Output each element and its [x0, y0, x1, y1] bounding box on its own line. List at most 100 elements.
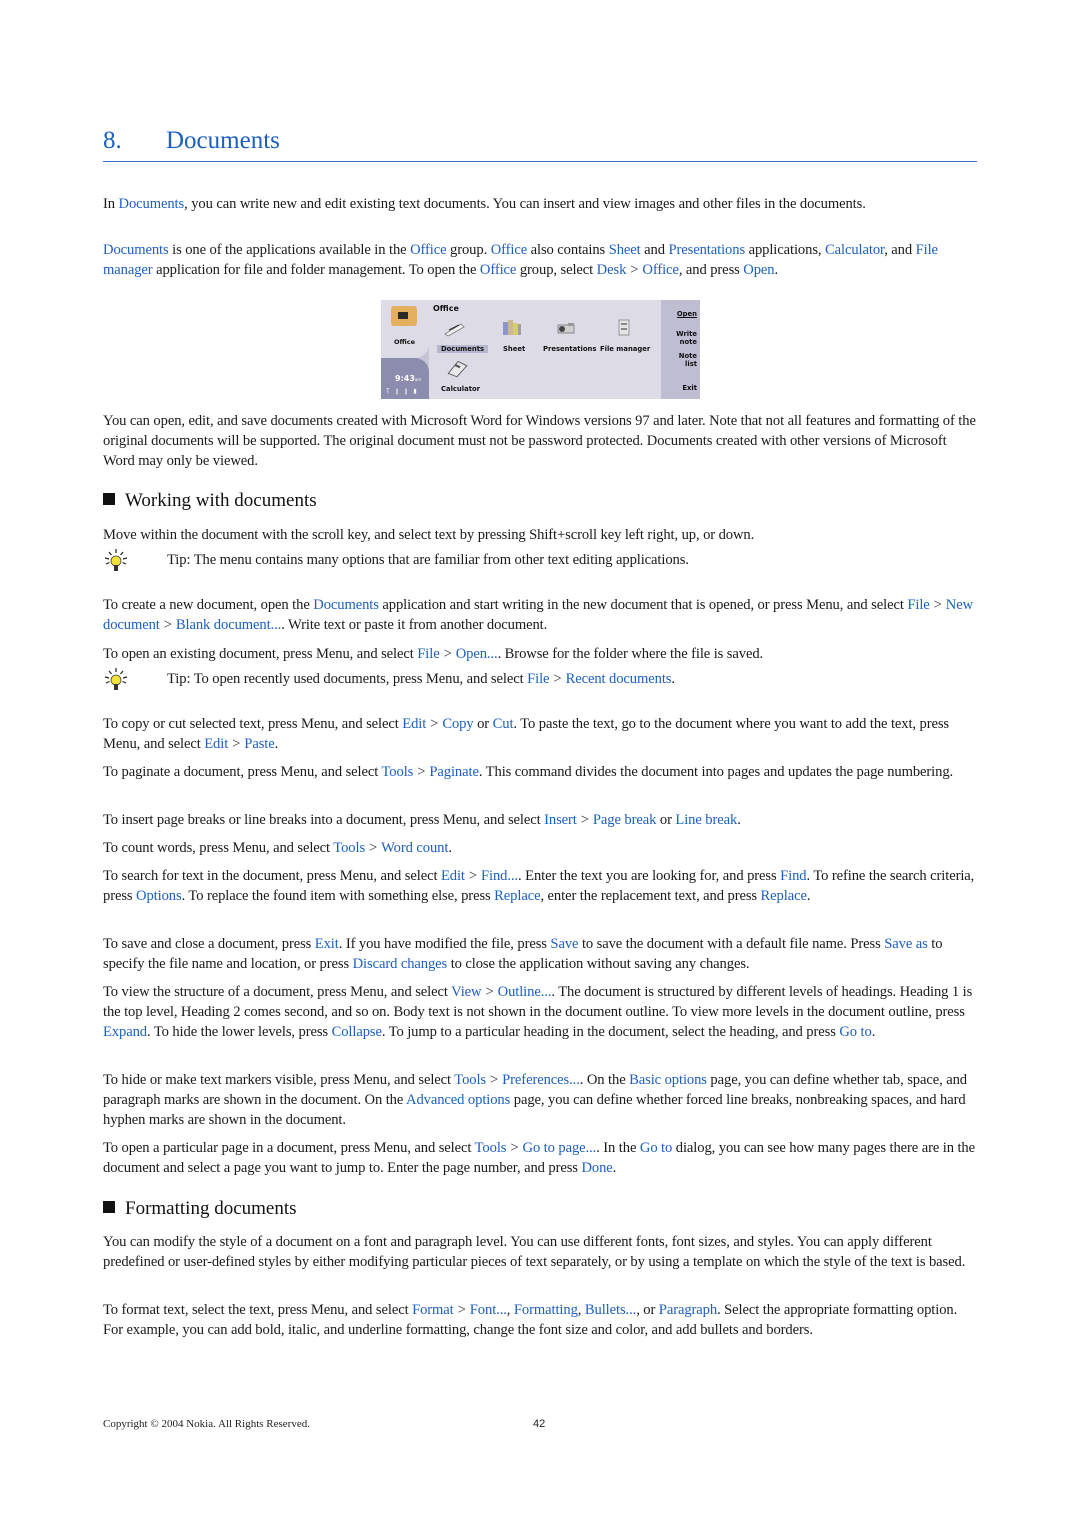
menu-separator: >: [457, 1302, 466, 1318]
app-presentations[interactable]: Presentations: [543, 345, 596, 353]
clock: 9:43am: [395, 374, 421, 383]
text: To create a new document, open the: [103, 597, 314, 613]
clock-suffix: am: [414, 377, 422, 382]
link-font[interactable]: Font...: [470, 1302, 507, 1318]
breaks-paragraph: To insert page breaks or line breaks int…: [103, 810, 977, 830]
link-options[interactable]: Options: [136, 888, 182, 904]
link-copy[interactable]: Copy: [442, 716, 473, 732]
link-documents[interactable]: Documents: [119, 196, 185, 212]
cmd-open[interactable]: Open: [677, 310, 697, 318]
link-replace[interactable]: Replace: [494, 888, 540, 904]
link-open[interactable]: Open: [743, 262, 774, 278]
goto-paragraph: To open a particular page in a document,…: [103, 1138, 977, 1178]
app-documents[interactable]: Documents: [437, 345, 489, 353]
link-edit[interactable]: Edit: [402, 716, 426, 732]
text: To count words, press Menu, and select: [103, 840, 334, 856]
menu-separator: >: [369, 840, 378, 856]
link-open[interactable]: Open...: [456, 646, 498, 662]
link-tools[interactable]: Tools: [333, 840, 365, 856]
link-word-count[interactable]: Word count: [381, 840, 448, 856]
link-tools[interactable]: Tools: [454, 1072, 486, 1088]
link-go-to[interactable]: Go to: [839, 1024, 871, 1040]
link-recent-documents[interactable]: Recent documents: [566, 671, 672, 687]
menu-separator: >: [163, 617, 172, 633]
link-edit[interactable]: Edit: [441, 868, 465, 884]
text: group, select: [516, 262, 597, 278]
link-go-to[interactable]: Go to: [640, 1140, 672, 1156]
link-paragraph[interactable]: Paragraph: [659, 1302, 717, 1318]
link-calculator[interactable]: Calculator: [825, 242, 884, 258]
text: . Enter the text you are looking for, an…: [518, 868, 781, 884]
paginate-paragraph: To paginate a document, press Menu, and …: [103, 762, 977, 782]
link-view[interactable]: View: [451, 984, 481, 1000]
tip-label: Tip:: [167, 552, 191, 568]
app-calculator[interactable]: Calculator: [441, 385, 480, 393]
link-line-break[interactable]: Line break: [675, 812, 737, 828]
link-page-break[interactable]: Page break: [593, 812, 657, 828]
cmd-write-note[interactable]: Write note: [671, 330, 697, 346]
link-insert[interactable]: Insert: [544, 812, 577, 828]
link-advanced-options[interactable]: Advanced options: [406, 1092, 510, 1108]
text: , or: [636, 1302, 659, 1318]
link-discard-changes[interactable]: Discard changes: [353, 956, 448, 972]
link-format[interactable]: Format: [412, 1302, 454, 1318]
section-title: Formatting documents: [125, 1198, 297, 1219]
text: To search for text in the document, pres…: [103, 868, 441, 884]
link-save[interactable]: Save: [550, 936, 578, 952]
link-office[interactable]: Office: [410, 242, 447, 258]
screenshot-sidebar: Office 9:43am T ∥ ∥ ▮: [381, 300, 429, 399]
link-presentations[interactable]: Presentations: [669, 242, 746, 258]
text: .: [774, 262, 779, 278]
link-edit[interactable]: Edit: [204, 736, 228, 752]
text: group.: [446, 242, 491, 258]
cmd-note-list[interactable]: Note list: [675, 352, 697, 368]
link-outline[interactable]: Outline...: [498, 984, 552, 1000]
text: To hide or make text markers visible, pr…: [103, 1072, 455, 1088]
link-collapse[interactable]: Collapse: [332, 1024, 382, 1040]
link-bullets[interactable]: Bullets...: [585, 1302, 636, 1318]
link-desk[interactable]: Desk: [597, 262, 627, 278]
text: . In the: [596, 1140, 640, 1156]
text: . To hide the lower levels, press: [146, 1024, 332, 1040]
link-file[interactable]: File: [907, 597, 929, 613]
link-find[interactable]: Find...: [481, 868, 518, 884]
link-paginate[interactable]: Paginate: [429, 764, 479, 780]
link-go-to-page[interactable]: Go to page...: [523, 1140, 597, 1156]
text: .: [737, 812, 741, 828]
link-sheet[interactable]: Sheet: [609, 242, 641, 258]
link-expand[interactable]: Expand: [103, 1024, 147, 1040]
text: application and start writing in the new…: [378, 597, 908, 613]
link-paste[interactable]: Paste: [244, 736, 274, 752]
link-office[interactable]: Office: [642, 262, 679, 278]
app-file-manager[interactable]: File manager: [600, 345, 650, 353]
link-tools[interactable]: Tools: [382, 764, 414, 780]
link-done[interactable]: Done: [581, 1160, 612, 1176]
link-office[interactable]: Office: [480, 262, 517, 278]
link-save-as[interactable]: Save as: [884, 936, 928, 952]
markers-paragraph: To hide or make text markers visible, pr…: [103, 1070, 977, 1130]
office-group-paragraph: Documents is one of the applications ava…: [103, 240, 977, 280]
text: . On the: [579, 1072, 630, 1088]
menu-separator: >: [510, 1140, 519, 1156]
link-exit[interactable]: Exit: [315, 936, 339, 952]
link-basic-options[interactable]: Basic options: [629, 1072, 707, 1088]
link-office[interactable]: Office: [491, 242, 528, 258]
menu-separator: >: [232, 736, 241, 752]
app-sheet[interactable]: Sheet: [503, 345, 525, 353]
link-file[interactable]: File: [527, 671, 549, 687]
text: , and press: [678, 262, 744, 278]
link-documents[interactable]: Documents: [103, 242, 169, 258]
link-tools[interactable]: Tools: [475, 1140, 507, 1156]
link-formatting[interactable]: Formatting: [514, 1302, 578, 1318]
menu-separator: >: [417, 764, 426, 780]
link-preferences[interactable]: Preferences...: [502, 1072, 580, 1088]
link-file[interactable]: File: [417, 646, 439, 662]
link-replace[interactable]: Replace: [761, 888, 807, 904]
link-documents[interactable]: Documents: [313, 597, 379, 613]
link-cut[interactable]: Cut: [493, 716, 514, 732]
cmd-exit[interactable]: Exit: [682, 384, 697, 392]
link-blank-document[interactable]: Blank document...: [176, 617, 281, 633]
menu-separator: >: [485, 984, 494, 1000]
link-find[interactable]: Find: [780, 868, 806, 884]
text: To paginate a document, press Menu, and …: [103, 764, 382, 780]
